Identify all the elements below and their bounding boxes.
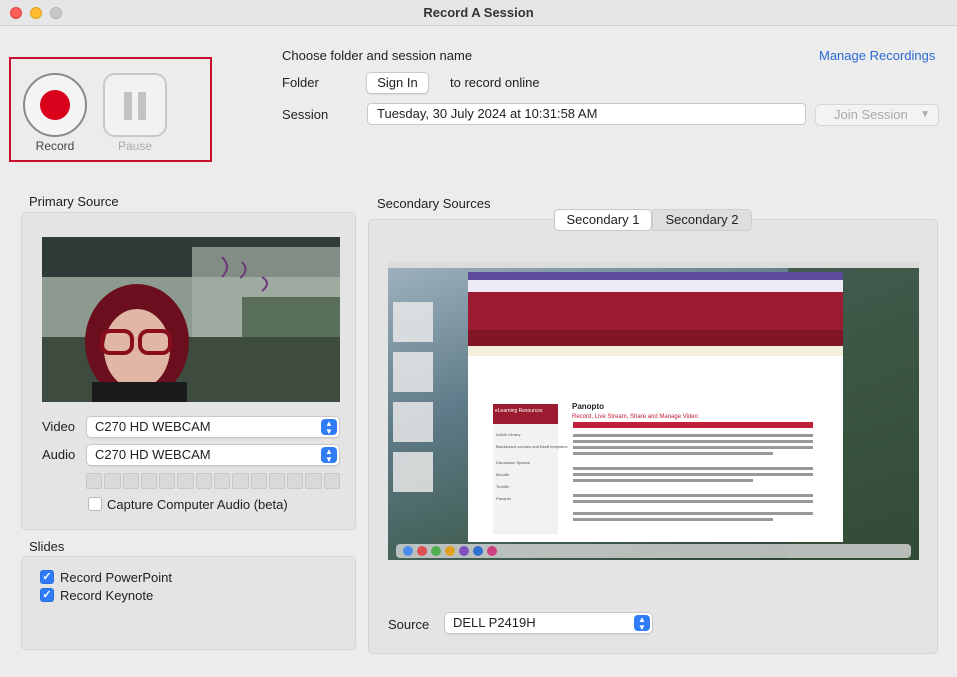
source-device-select[interactable]: DELL P2419H ▲ ▼ <box>444 612 653 634</box>
audio-device-value: C270 HD WEBCAM <box>95 447 211 462</box>
recording-controls: Record Pause <box>9 57 212 162</box>
preview-sidebar-item: Blackboard courses and Bsoft templates <box>496 444 568 449</box>
preview-sidebar-item: Discussion Spaces <box>496 460 530 465</box>
pause-icon <box>138 92 146 120</box>
manage-recordings-link[interactable]: Manage Recordings <box>819 48 935 63</box>
capture-audio-label: Capture Computer Audio (beta) <box>107 497 288 512</box>
window-title: Record A Session <box>423 5 534 20</box>
source-device-value: DELL P2419H <box>453 615 536 630</box>
preview-page-heading: Record, Live Stream, Share and Manage Vi… <box>572 414 698 420</box>
audio-label: Audio <box>42 447 76 462</box>
preview-sidebar-item: Article Library <box>496 432 521 437</box>
stepper-icon: ▲ ▼ <box>321 447 337 464</box>
preview-page-title: Panopto <box>572 402 604 411</box>
audio-level-meter <box>86 473 340 489</box>
record-icon <box>40 90 70 120</box>
session-heading: Choose folder and session name <box>282 48 473 63</box>
folder-label: Folder <box>282 75 319 90</box>
audio-device-select[interactable]: C270 HD WEBCAM ▲ ▼ <box>86 444 340 466</box>
primary-source-title: Primary Source <box>29 194 119 209</box>
capture-audio-checkbox[interactable] <box>88 497 102 511</box>
title-bar: Record A Session <box>0 0 957 26</box>
session-label: Session <box>282 107 329 122</box>
webcam-preview <box>42 237 340 402</box>
secondary-sources-title: Secondary Sources <box>377 196 491 211</box>
record-keynote-checkbox[interactable]: ✓ <box>40 588 54 602</box>
record-label: Record <box>35 139 75 153</box>
pause-button[interactable] <box>103 73 167 137</box>
session-name-input[interactable]: Tuesday, 30 July 2024 at 10:31:58 AM <box>367 103 806 125</box>
pause-icon <box>124 92 132 120</box>
sign-in-button[interactable]: Sign In <box>366 72 429 94</box>
preview-sidebar-title: eLearning Resources <box>495 408 543 414</box>
source-label: Source <box>388 617 430 632</box>
preview-sidebar-item: Turnitin <box>496 484 510 489</box>
slides-title: Slides <box>29 539 65 554</box>
stepper-icon: ▲ ▼ <box>634 615 650 632</box>
chevron-down-icon: ▼ <box>920 109 930 120</box>
screen-preview-image <box>388 262 919 560</box>
record-online-hint: to record online <box>450 75 540 90</box>
screen-preview: Panopto Record, Live Stream, Share and M… <box>388 262 919 560</box>
record-powerpoint-checkbox[interactable]: ✓ <box>40 570 54 584</box>
preview-sidebar-item: Panopto <box>496 496 511 501</box>
preview-sidebar-item: Moodle <box>496 472 510 477</box>
record-button[interactable] <box>23 73 87 137</box>
record-powerpoint-label: Record PowerPoint <box>60 570 172 585</box>
stepper-icon: ▲ ▼ <box>321 419 337 436</box>
tab-secondary-1[interactable]: Secondary 1 <box>554 209 652 231</box>
join-session-dropdown[interactable]: Join Session ▼ <box>815 104 939 126</box>
pause-label: Pause <box>117 139 153 153</box>
video-device-select[interactable]: C270 HD WEBCAM ▲ ▼ <box>86 416 340 438</box>
video-label: Video <box>42 419 76 434</box>
record-keynote-label: Record Keynote <box>60 588 154 603</box>
video-device-value: C270 HD WEBCAM <box>95 419 211 434</box>
webcam-image <box>42 237 340 402</box>
join-session-label: Join Session <box>834 107 908 122</box>
tab-secondary-2[interactable]: Secondary 2 <box>652 209 752 231</box>
